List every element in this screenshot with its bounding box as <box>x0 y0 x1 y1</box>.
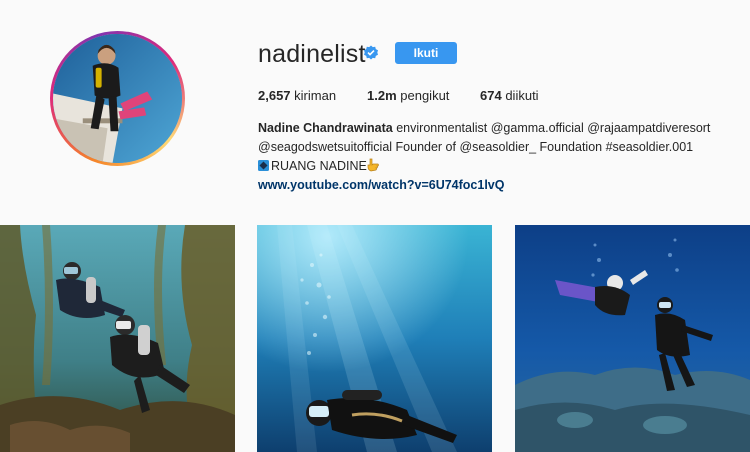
following-count: 674 <box>480 88 502 103</box>
following-label: diikuti <box>505 88 539 103</box>
verified-badge-icon <box>364 45 378 60</box>
followers-count: 1.2m <box>367 88 397 103</box>
profile-link[interactable]: www.youtube.com/watch?v=6U74foc1lvQ <box>258 176 728 195</box>
avatar-photo <box>53 34 182 163</box>
bio-line-1: Nadine Chandrawinata environmentalist @g… <box>258 119 728 138</box>
posts-stat: 2,657 kiriman <box>258 88 336 103</box>
profile-avatar[interactable] <box>50 31 185 166</box>
pointing-hand-icon <box>367 158 379 172</box>
sunbeams-image <box>257 225 492 452</box>
following-stat[interactable]: 674 diikuti <box>480 88 539 103</box>
full-name: Nadine Chandrawinata <box>258 121 393 135</box>
bio-text-1: environmentalist @gamma.official @rajaam… <box>396 121 711 135</box>
posts-count: 2,657 <box>258 88 291 103</box>
post-underwater-sunbeams[interactable] <box>257 225 492 452</box>
bio-text-2: @seagodswetsuitofficial Founder of @seas… <box>258 140 694 154</box>
bio-text-3: RUANG NADINE <box>271 159 367 173</box>
profile-username: nadinelist <box>258 40 366 68</box>
bio-line-3: RUANG NADINE <box>258 157 728 176</box>
follow-button[interactable]: Ikuti <box>395 42 457 64</box>
kelp-divers-image <box>0 225 235 452</box>
post-kelp-divers[interactable] <box>0 225 235 452</box>
reef-divers-image <box>515 225 750 452</box>
followers-label: pengikut <box>400 88 450 103</box>
post-reef-divers[interactable] <box>515 225 750 452</box>
diamond-icon <box>258 160 269 171</box>
posts-label: kiriman <box>294 88 337 103</box>
profile-bio: Nadine Chandrawinata environmentalist @g… <box>258 119 728 195</box>
followers-stat[interactable]: 1.2m pengikut <box>367 88 449 103</box>
